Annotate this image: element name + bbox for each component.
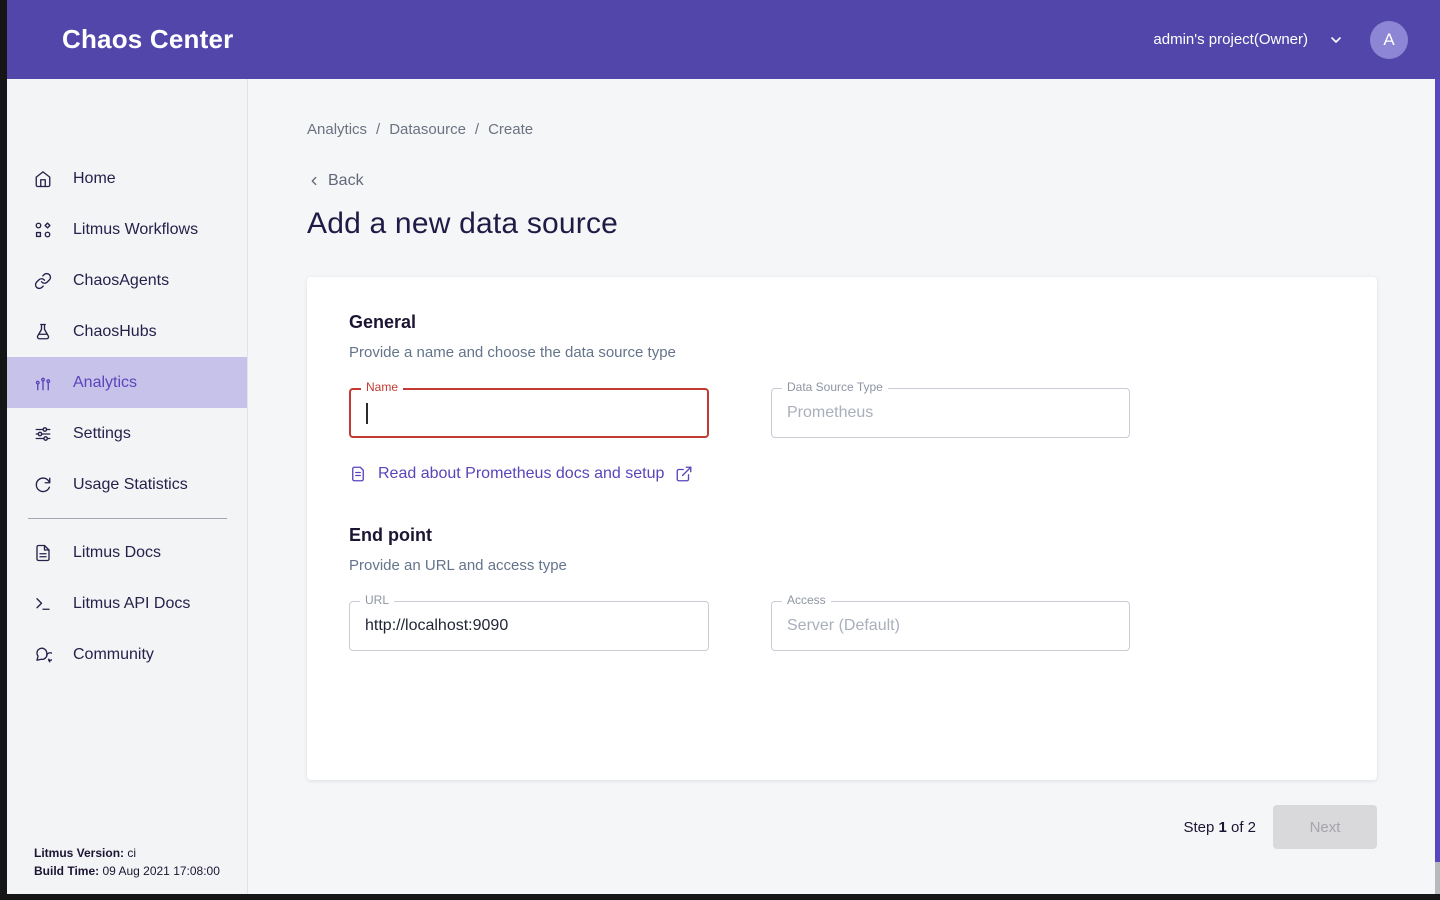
external-link-icon <box>675 465 693 483</box>
sidebar-item-usage-statistics[interactable]: Usage Statistics <box>7 459 247 510</box>
data-source-type-value: Prometheus <box>787 404 873 422</box>
back-button[interactable]: Back <box>307 172 364 190</box>
sidebar-item-label: ChaosHubs <box>73 323 157 341</box>
sidebar-item-settings[interactable]: Settings <box>7 408 247 459</box>
project-selector[interactable]: admin's project(Owner) <box>1153 31 1344 48</box>
page-title: Add a new data source <box>307 207 1440 241</box>
breadcrumb-separator: / <box>475 121 479 138</box>
form-footer: Step 1 of 2 Next <box>307 805 1377 849</box>
home-icon <box>34 170 52 188</box>
app-header: Chaos Center admin's project(Owner) A <box>7 0 1440 79</box>
litmus-version-line: Litmus Version: ci <box>34 844 220 862</box>
link-icon <box>34 272 52 290</box>
endpoint-heading: End point <box>349 525 1335 546</box>
sidebar-item-label: Litmus API Docs <box>73 595 190 613</box>
next-button[interactable]: Next <box>1273 805 1377 849</box>
sidebar-item-label: Litmus Workflows <box>73 221 198 239</box>
sidebar-item-label: Home <box>73 170 116 188</box>
sidebar: Home Litmus Workflows ChaosAgents ChaosH… <box>7 79 248 894</box>
general-heading: General <box>349 312 1335 333</box>
sliders-icon <box>34 425 52 443</box>
prometheus-docs-link[interactable]: Read about Prometheus docs and setup <box>349 465 693 483</box>
project-selector-label: admin's project(Owner) <box>1153 31 1308 48</box>
sidebar-item-label: Usage Statistics <box>73 476 188 494</box>
scrollbar-thumb[interactable] <box>1435 79 1440 862</box>
sidebar-item-analytics[interactable]: Analytics <box>7 357 247 408</box>
sidebar-item-label: ChaosAgents <box>73 272 169 290</box>
scrollbar-track[interactable] <box>1435 79 1440 894</box>
access-field-value: Server (Default) <box>787 617 900 635</box>
data-source-type-select[interactable]: Data Source Type Prometheus <box>771 388 1130 438</box>
sidebar-item-label: Litmus Docs <box>73 544 161 562</box>
docs-link-text: Read about Prometheus docs and setup <box>378 465 664 483</box>
chevron-left-icon <box>307 174 321 188</box>
workflows-icon <box>34 221 52 239</box>
sidebar-item-label: Community <box>73 646 154 664</box>
sidebar-item-litmus-workflows[interactable]: Litmus Workflows <box>7 204 247 255</box>
url-field-label: URL <box>360 593 394 607</box>
endpoint-subtitle: Provide an URL and access type <box>349 557 1335 574</box>
breadcrumb-datasource[interactable]: Datasource <box>389 121 466 138</box>
refresh-circle-icon <box>34 476 52 494</box>
sidebar-item-label: Settings <box>73 425 131 443</box>
url-input[interactable]: URL http://localhost:9090 <box>349 601 709 651</box>
terminal-icon <box>34 595 52 613</box>
build-time-line: Build Time: 09 Aug 2021 17:08:00 <box>34 862 220 880</box>
access-field-label: Access <box>782 593 831 607</box>
avatar[interactable]: A <box>1370 21 1408 59</box>
name-field-label: Name <box>361 380 403 394</box>
url-field-value: http://localhost:9090 <box>365 617 508 635</box>
sidebar-divider <box>28 518 227 519</box>
sidebar-item-chaosagents[interactable]: ChaosAgents <box>7 255 247 306</box>
document-icon <box>349 465 367 483</box>
back-label: Back <box>328 172 364 190</box>
chevron-down-icon <box>1328 32 1344 48</box>
sidebar-item-litmus-api-docs[interactable]: Litmus API Docs <box>7 578 247 629</box>
breadcrumb-create[interactable]: Create <box>488 121 533 138</box>
breadcrumb-separator: / <box>376 121 380 138</box>
sidebar-item-label: Analytics <box>73 374 137 392</box>
sidebar-item-chaoshubs[interactable]: ChaosHubs <box>7 306 247 357</box>
sidebar-item-litmus-docs[interactable]: Litmus Docs <box>7 527 247 578</box>
sidebar-item-community[interactable]: Community <box>7 629 247 680</box>
flask-icon <box>34 323 52 341</box>
general-subtitle: Provide a name and choose the data sourc… <box>349 344 1335 361</box>
name-input[interactable]: Name <box>349 388 709 438</box>
version-info: Litmus Version: ci Build Time: 09 Aug 20… <box>34 844 220 880</box>
app-title: Chaos Center <box>62 24 233 55</box>
data-source-type-label: Data Source Type <box>782 380 888 394</box>
step-current: 1 <box>1218 819 1226 836</box>
breadcrumb: Analytics / Datasource / Create <box>307 121 1440 138</box>
analytics-icon <box>34 374 52 392</box>
breadcrumb-analytics[interactable]: Analytics <box>307 121 367 138</box>
sidebar-item-home[interactable]: Home <box>7 153 247 204</box>
document-icon <box>34 544 52 562</box>
datasource-form-card: General Provide a name and choose the da… <box>307 277 1377 780</box>
text-caret <box>366 403 368 424</box>
chat-bubbles-icon <box>34 646 52 664</box>
access-select[interactable]: Access Server (Default) <box>771 601 1130 651</box>
step-indicator: Step 1 of 2 <box>1183 819 1256 836</box>
main-content: Analytics / Datasource / Create Back Add… <box>248 79 1440 894</box>
app-window: Chaos Center admin's project(Owner) A Ho… <box>7 0 1440 894</box>
